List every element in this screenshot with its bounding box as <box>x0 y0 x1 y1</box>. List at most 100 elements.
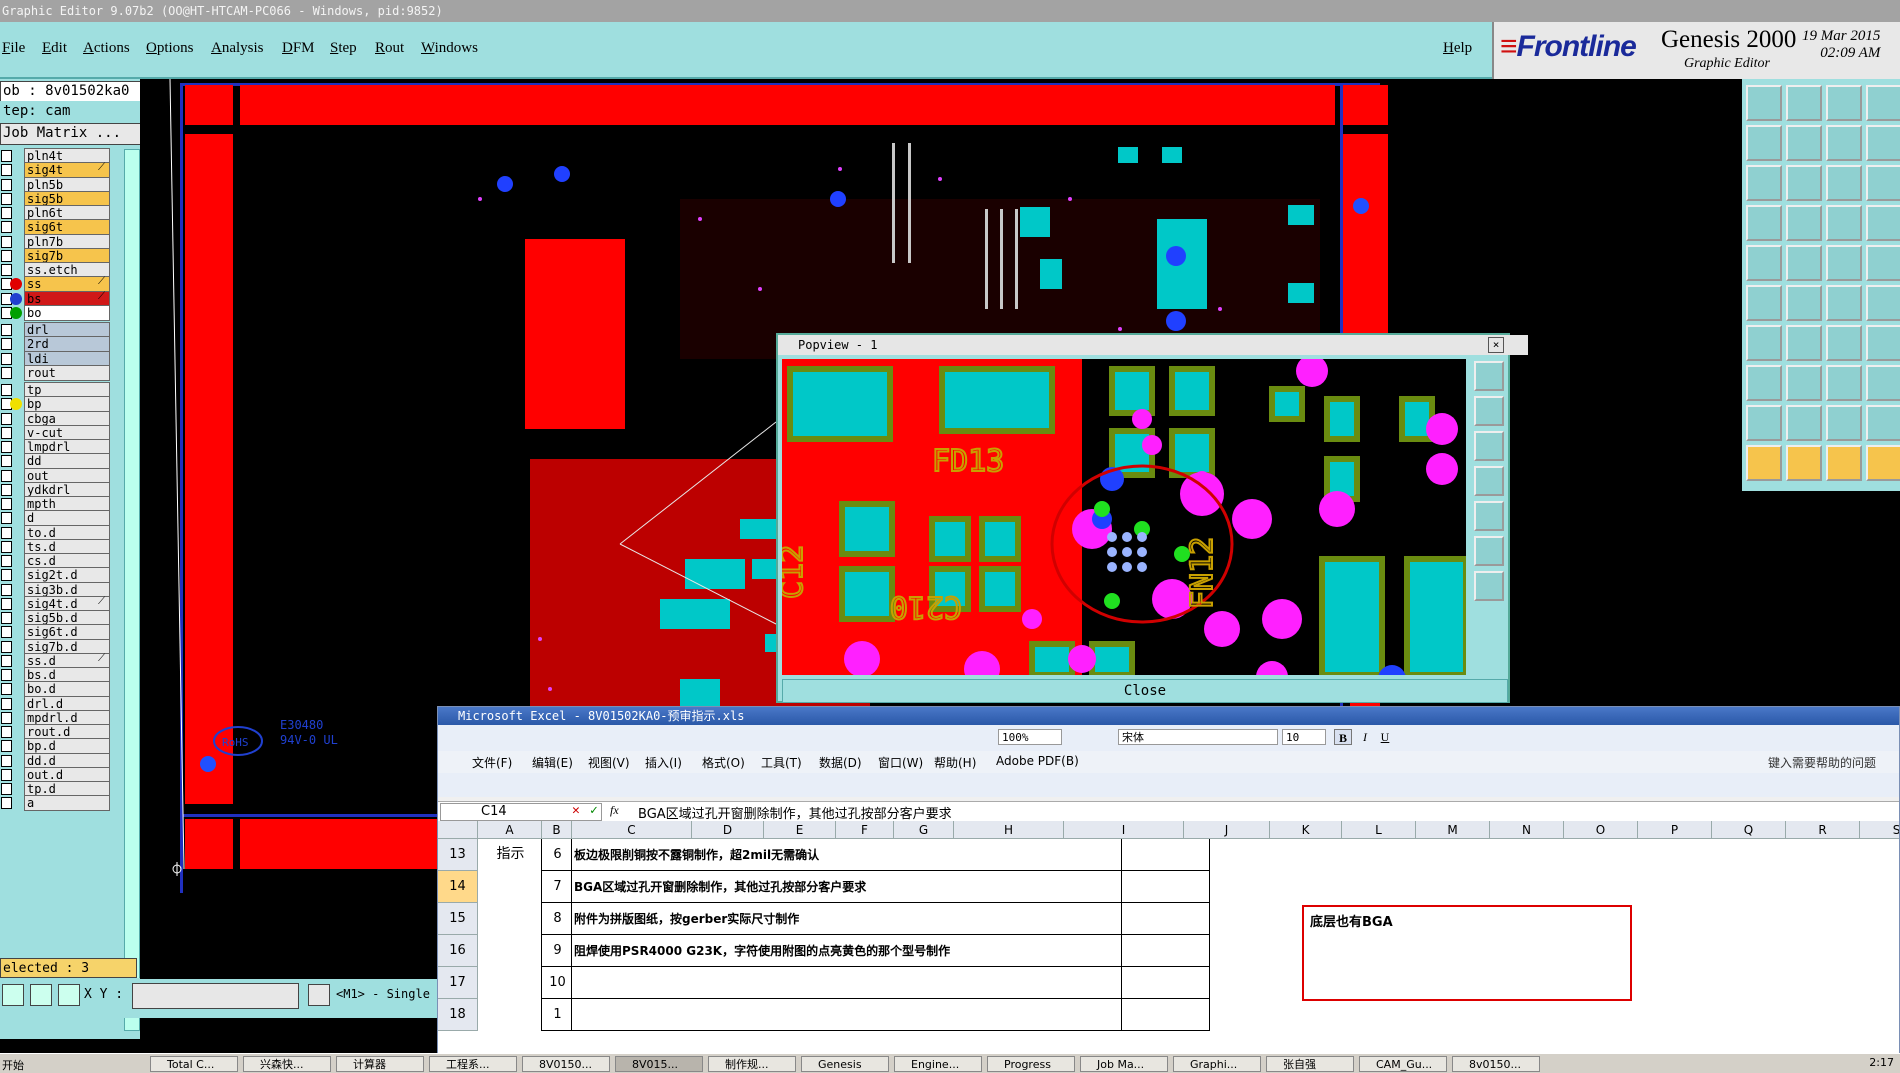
column-header[interactable]: E <box>764 821 836 839</box>
layer-checkbox[interactable] <box>1 483 12 496</box>
xl-menu-insert[interactable]: 插入(I) <box>645 754 682 771</box>
pv-pan-icon[interactable] <box>1474 431 1504 461</box>
xl-menu-format[interactable]: 格式(O) <box>702 754 745 771</box>
layer-checkbox[interactable] <box>1 612 12 624</box>
layer-checkbox[interactable] <box>1 783 12 795</box>
layer-checkbox[interactable] <box>1 597 12 610</box>
menu-windows[interactable]: Windows <box>421 40 478 57</box>
layer-checkbox[interactable] <box>1 192 12 205</box>
layer-row[interactable]: pln5b <box>0 176 112 193</box>
layer-row[interactable]: rout <box>0 364 112 381</box>
layer-row[interactable]: out.d <box>0 766 112 783</box>
pv-home-icon[interactable] <box>1474 536 1504 566</box>
layer-row[interactable]: sig5b.d <box>0 610 112 626</box>
index-cell[interactable]: 1 <box>542 999 572 1031</box>
layer-checkbox[interactable] <box>1 366 12 379</box>
layer-checkbox[interactable] <box>1 384 12 396</box>
draw-slash-icon[interactable] <box>1786 325 1822 361</box>
menu-options[interactable]: Options <box>146 40 194 57</box>
attachment-cell[interactable] <box>1122 871 1210 903</box>
layer-row[interactable]: cbga <box>0 410 112 427</box>
menu-edit[interactable]: Edit <box>42 40 67 57</box>
connect-icon[interactable] <box>1826 285 1862 321</box>
taskbar-item[interactable]: 计算器 <box>336 1056 424 1072</box>
font-size-select[interactable]: 10 <box>1282 729 1326 745</box>
taskbar-item[interactable]: Genesis <box>801 1056 889 1072</box>
layer-row[interactable]: pln7b <box>0 233 112 250</box>
layer-checkbox[interactable] <box>1 726 12 738</box>
layer-checkbox[interactable] <box>1 669 12 681</box>
index-cell[interactable]: 9 <box>542 935 572 967</box>
menu-analysis[interactable]: Analysis <box>211 40 264 57</box>
column-header[interactable]: I <box>1064 821 1184 839</box>
taskbar-item[interactable]: 制作规... <box>708 1056 796 1072</box>
layer-checkbox[interactable] <box>1 740 12 753</box>
layer-row[interactable]: sig6t <box>0 219 112 236</box>
measure-icon[interactable] <box>30 984 52 1006</box>
layer-checkbox[interactable] <box>1 797 12 810</box>
pv-fit-icon[interactable] <box>1474 466 1504 496</box>
layer-row[interactable]: ss ⟋ <box>0 276 112 293</box>
layer-row[interactable]: pln4t <box>0 148 112 164</box>
menu-step[interactable]: Step <box>330 40 357 57</box>
layer-checkbox[interactable] <box>1 683 12 696</box>
layer-row[interactable]: dd <box>0 453 112 470</box>
arc-icon[interactable] <box>1866 285 1900 321</box>
layer-row[interactable]: to.d <box>0 524 112 541</box>
xl-menu-adobe[interactable]: Adobe PDF(B) <box>996 754 1079 768</box>
zoom-all-icon[interactable] <box>1746 165 1782 201</box>
popview-canvas[interactable]: FD13 C210 FN12 C12 <box>782 359 1466 675</box>
layer-row[interactable]: bo.d <box>0 681 112 698</box>
taskbar-item[interactable]: Progress <box>987 1056 1075 1072</box>
column-header[interactable]: O <box>1564 821 1638 839</box>
row-header[interactable]: 13 <box>438 839 478 871</box>
column-header[interactable]: D <box>692 821 764 839</box>
column-header[interactable]: M <box>1416 821 1490 839</box>
arch-b-icon[interactable] <box>1866 405 1900 441</box>
snap-icon[interactable] <box>2 984 24 1006</box>
attachment-cell[interactable] <box>1122 935 1210 967</box>
copy-icon[interactable] <box>1866 365 1900 401</box>
layer-row[interactable]: dd.d <box>0 752 112 769</box>
column-header[interactable]: S <box>1860 821 1899 839</box>
triangle-icon[interactable] <box>1746 405 1782 441</box>
layer-checkbox[interactable] <box>1 654 12 667</box>
instruction-cell[interactable]: 附件为拼版图纸，按gerber实际尺寸制作 <box>572 903 1122 935</box>
layer-checkbox[interactable] <box>1 498 12 510</box>
cancel-icon[interactable]: ✕ <box>572 803 580 818</box>
arch-icon[interactable] <box>1826 405 1862 441</box>
pv-zoom-in-icon[interactable] <box>1474 361 1504 391</box>
layer-row[interactable]: ydkdrl <box>0 481 112 498</box>
taskbar-item[interactable]: 8V015... <box>615 1056 703 1072</box>
menu-dfm[interactable]: DFM <box>282 40 315 57</box>
pointer-multi-icon[interactable] <box>1866 445 1900 481</box>
column-header[interactable]: B <box>542 821 572 839</box>
layer-row[interactable]: tp <box>0 382 112 398</box>
layer-row[interactable]: tp.d <box>0 781 112 797</box>
row-header[interactable]: 16 <box>438 935 478 967</box>
instruction-cell[interactable] <box>572 967 1122 999</box>
attachment-cell[interactable] <box>1122 999 1210 1031</box>
select-all-corner[interactable] <box>438 821 478 839</box>
pointer-icon[interactable] <box>1746 445 1782 481</box>
column-header[interactable]: R <box>1786 821 1860 839</box>
column-header[interactable]: K <box>1270 821 1342 839</box>
column-header[interactable]: L <box>1342 821 1416 839</box>
fx-icon[interactable]: fx <box>610 803 619 818</box>
attachment-cell[interactable] <box>1122 839 1210 871</box>
formula-input[interactable]: BGA区域过孔开窗删除制作，其他过孔按部分客户要求 <box>638 803 952 822</box>
layer-checkbox[interactable] <box>1 221 12 234</box>
select-box-icon[interactable] <box>1746 365 1782 401</box>
instruction-cell[interactable]: BGA区域过孔开窗删除制作，其他过孔按部分客户要求 <box>572 871 1122 903</box>
layer-checkbox[interactable] <box>1 264 12 276</box>
layer-row[interactable]: bs.d <box>0 667 112 683</box>
menu-rout[interactable]: Rout <box>375 40 404 57</box>
attachment-cell[interactable] <box>1122 903 1210 935</box>
layer-row[interactable]: ss.d ⟋ <box>0 652 112 669</box>
layer-row[interactable]: sig4t.d ⟋ <box>0 595 112 612</box>
layer-checkbox[interactable] <box>1 441 12 453</box>
start-button[interactable]: 开始 <box>2 1057 24 1073</box>
layer-checkbox[interactable] <box>1 512 12 525</box>
question-icon[interactable] <box>1866 165 1900 201</box>
layer-row[interactable]: 2rd <box>0 336 112 353</box>
